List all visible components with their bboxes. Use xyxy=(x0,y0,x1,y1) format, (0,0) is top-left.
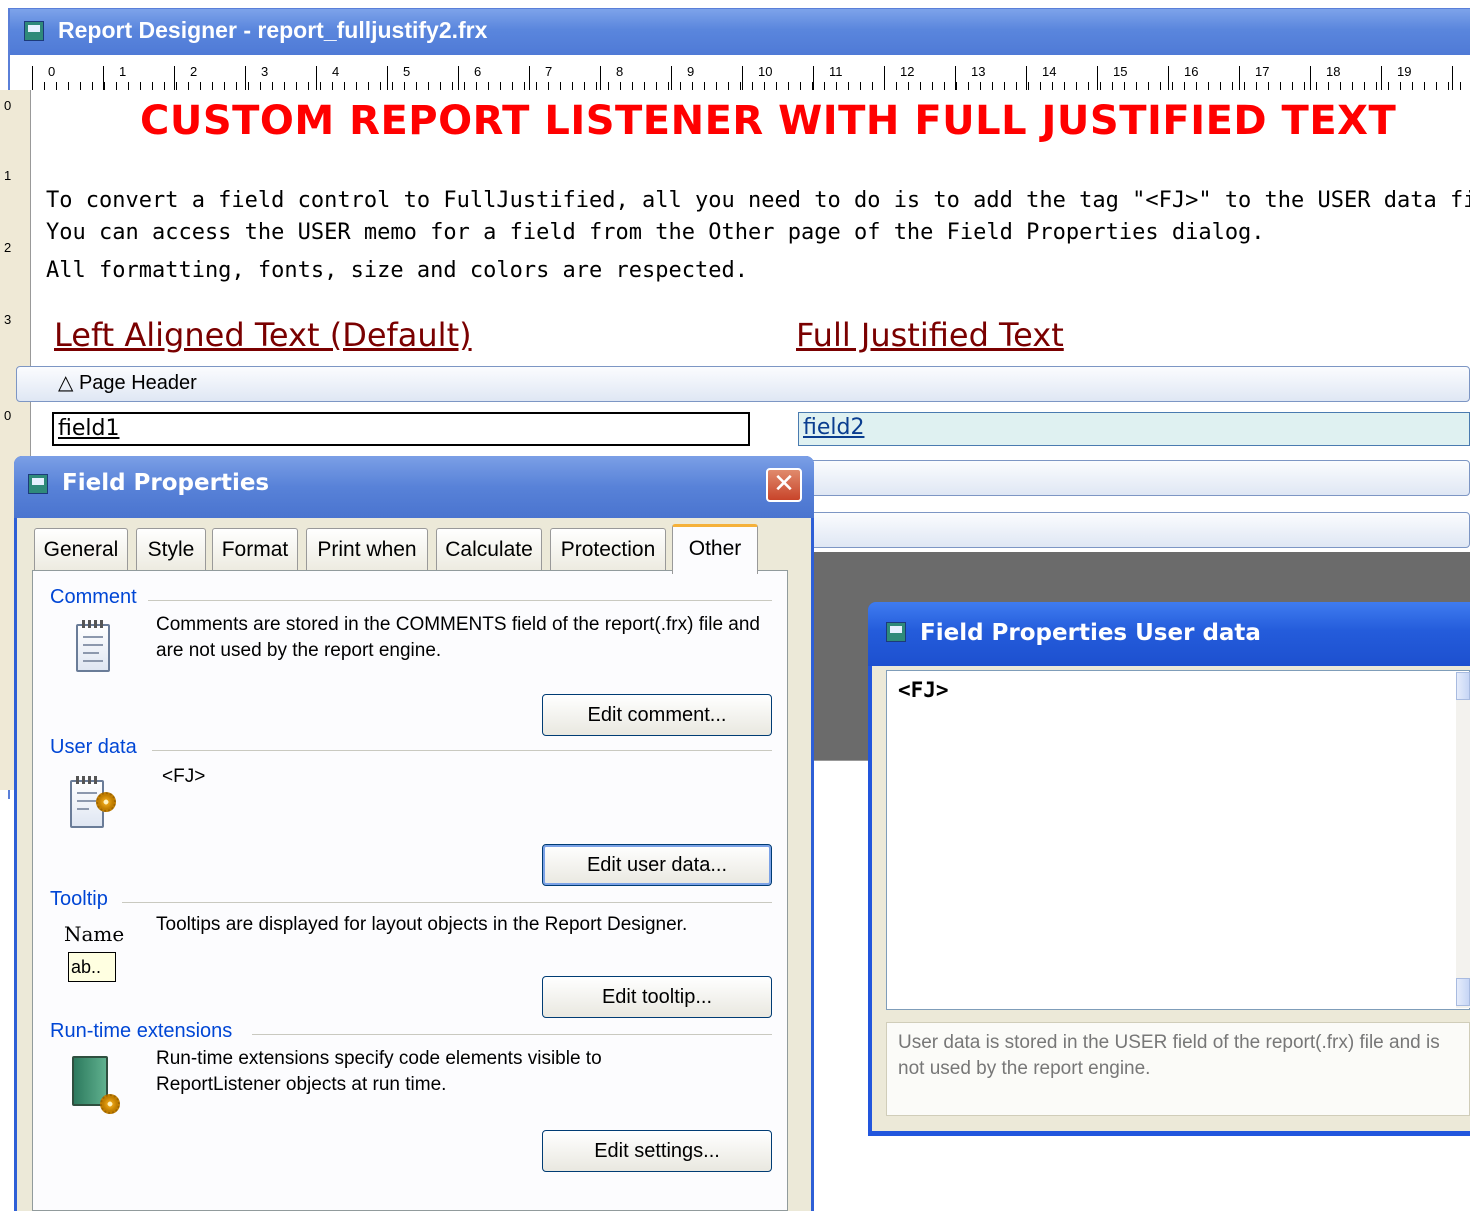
ruler-label: 9 xyxy=(687,64,695,79)
divider xyxy=(252,1034,772,1035)
tooltip-icon-name: Name xyxy=(64,922,125,946)
close-icon: ✕ xyxy=(773,469,795,499)
ruler-label: 2 xyxy=(190,64,198,79)
edit-tooltip-button[interactable]: Edit tooltip... xyxy=(542,976,772,1018)
ruler-label: 6 xyxy=(474,64,482,79)
ruler-label: 16 xyxy=(1184,64,1199,79)
user-data-title: Field Properties User data xyxy=(920,620,1261,646)
ruler-label: 12 xyxy=(900,64,915,79)
edit-settings-button[interactable]: Edit settings... xyxy=(542,1130,772,1172)
ruler-label: 14 xyxy=(1042,64,1057,79)
ruler-label: 3 xyxy=(4,312,12,327)
field1-control[interactable]: field1 xyxy=(52,412,750,446)
edit-user-data-button[interactable]: Edit user data... xyxy=(542,844,772,886)
tab-protection[interactable]: Protection xyxy=(550,528,666,572)
report-designer-title: Report Designer - report_fulljustify2.fr… xyxy=(58,17,488,43)
ruler-label: 17 xyxy=(1255,64,1270,79)
tab-calculate[interactable]: Calculate xyxy=(436,528,542,572)
ruler-label: 0 xyxy=(48,64,56,79)
runtime-extensions-section-label: Run-time extensions xyxy=(50,1020,233,1042)
close-button[interactable]: ✕ xyxy=(766,468,802,502)
ruler-label: 3 xyxy=(261,64,269,79)
horizontal-ruler: 0 1 2 3 4 5 6 7 8 9 10 11 12 13 14 15 16… xyxy=(32,56,1462,91)
ruler-label: 2 xyxy=(4,240,12,255)
ruler-label: 10 xyxy=(758,64,773,79)
user-data-note: User data is stored in the USER field of… xyxy=(898,1032,1440,1079)
user-data-titlebar[interactable]: Field Properties User data xyxy=(868,602,1470,666)
triangle-up-icon: △ xyxy=(58,372,74,394)
comment-section-label: Comment xyxy=(50,586,137,608)
tooltip-description: Tooltips are displayed for layout object… xyxy=(156,914,688,935)
description-line[interactable]: To convert a field control to FullJustif… xyxy=(46,188,1470,213)
user-data-editbox-text: <FJ> xyxy=(898,678,949,702)
scroll-down-icon[interactable] xyxy=(1456,978,1470,1006)
vertical-scrollbar[interactable] xyxy=(1456,672,1470,1008)
other-tab-panel xyxy=(32,570,788,1211)
page-header-band-label: △ Page Header xyxy=(58,370,197,395)
dialog-icon xyxy=(886,622,906,642)
ruler-label: 8 xyxy=(616,64,624,79)
ruler-label: 18 xyxy=(1326,64,1341,79)
tab-general[interactable]: General xyxy=(34,528,128,572)
field2-control[interactable]: field2 xyxy=(798,412,1470,446)
edit-comment-button[interactable]: Edit comment... xyxy=(542,694,772,736)
ruler-label: 11 xyxy=(829,64,843,79)
report-designer-titlebar[interactable]: Report Designer - report_fulljustify2.fr… xyxy=(10,9,1470,55)
page-header-band[interactable] xyxy=(16,366,1470,402)
ruler-label: 19 xyxy=(1397,64,1412,79)
scroll-up-icon[interactable] xyxy=(1456,672,1470,700)
user-data-value: <FJ> xyxy=(162,766,206,787)
ruler-label: 7 xyxy=(545,64,553,79)
ruler-label: 1 xyxy=(119,64,127,79)
tab-print-when[interactable]: Print when xyxy=(306,528,428,572)
ruler-label: 4 xyxy=(332,64,340,79)
tab-format[interactable]: Format xyxy=(212,528,298,572)
tab-style[interactable]: Style xyxy=(136,528,206,572)
tooltip-section-label: Tooltip xyxy=(50,888,108,910)
gear-icon xyxy=(96,792,116,812)
user-data-section-label: User data xyxy=(50,736,137,758)
field-properties-title: Field Properties xyxy=(62,470,270,496)
field-properties-titlebar[interactable]: Field Properties ✕ xyxy=(14,456,814,518)
ruler-label: 1 xyxy=(4,168,12,183)
band-label-text: Page Header xyxy=(78,372,197,394)
runtime-extensions-description: Run-time extensions specify code element… xyxy=(156,1048,602,1095)
description-line[interactable]: You can access the USER memo for a field… xyxy=(46,220,1265,245)
tab-other[interactable]: Other xyxy=(672,524,758,574)
left-aligned-heading[interactable]: Left Aligned Text (Default) xyxy=(54,316,472,354)
dialog-icon xyxy=(28,474,48,494)
divider xyxy=(152,750,772,751)
ruler-label: 13 xyxy=(971,64,986,79)
divider xyxy=(148,600,772,601)
ruler-label: 5 xyxy=(403,64,411,79)
report-window-icon xyxy=(24,21,44,41)
ruler-label: 15 xyxy=(1113,64,1128,79)
ruler-label: 0 xyxy=(4,98,12,113)
description-line[interactable]: All formatting, fonts, size and colors a… xyxy=(46,258,748,283)
notepad-icon xyxy=(76,620,110,672)
user-data-editbox[interactable] xyxy=(886,670,1470,1010)
report-heading-label[interactable]: CUSTOM REPORT LISTENER WITH FULL JUSTIFI… xyxy=(140,98,1396,144)
full-justified-heading[interactable]: Full Justified Text xyxy=(796,316,1064,354)
divider xyxy=(122,902,772,903)
ruler-label: 0 xyxy=(4,408,12,423)
gear-icon xyxy=(100,1094,120,1114)
comment-description: Comments are stored in the COMMENTS fiel… xyxy=(156,614,760,661)
tooltip-icon: ab.. xyxy=(68,952,116,982)
